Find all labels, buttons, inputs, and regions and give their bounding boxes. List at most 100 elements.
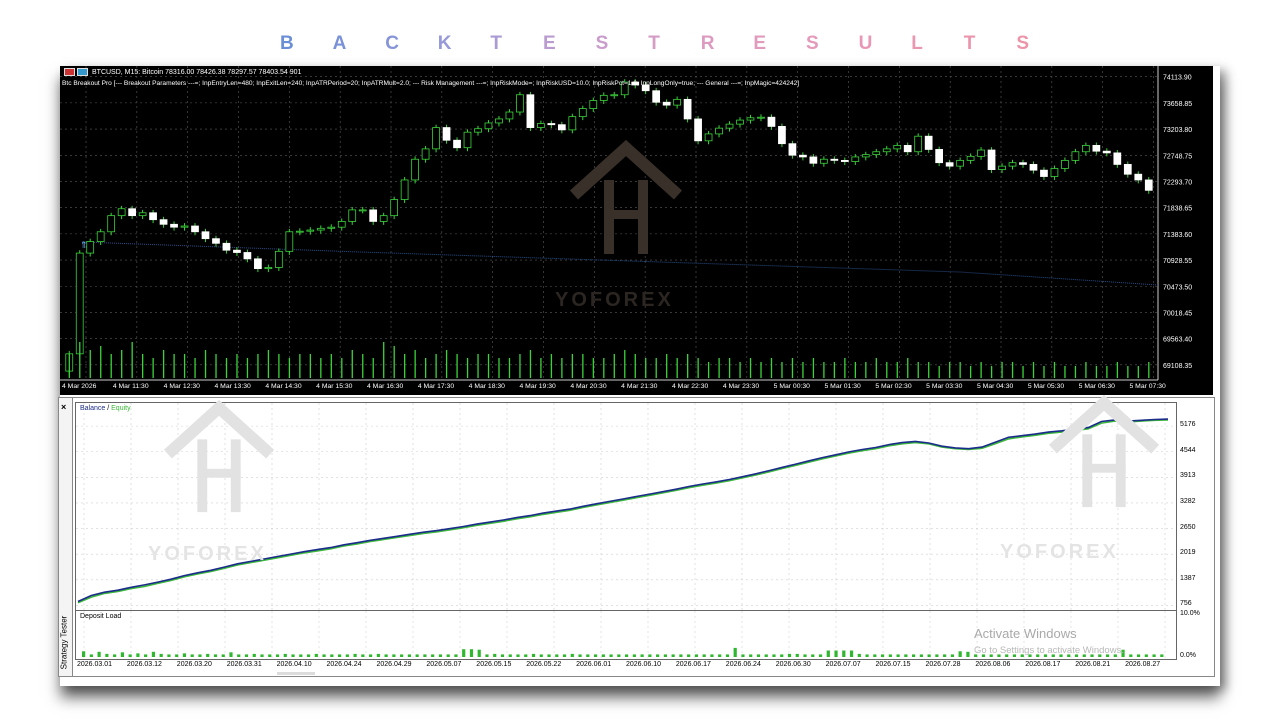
deposit-load-bar: [384, 654, 388, 657]
price-candle: [201, 231, 210, 240]
deposit-load-bar: [198, 654, 202, 657]
yoforex-logo-icon: [1048, 394, 1160, 508]
activate-windows-subtitle[interactable]: Go to Settings to activate Windows.: [974, 645, 1124, 656]
deposit-load-bar: [764, 654, 768, 657]
date-axis-label: 2026.06.30: [775, 661, 811, 668]
price-candle: [977, 149, 985, 157]
price-candle: [599, 94, 608, 101]
banner-letter: U: [858, 33, 873, 54]
price-candle: [966, 155, 975, 161]
price-candle: [778, 126, 786, 145]
price-candle: [725, 123, 734, 129]
price-candle: [945, 162, 954, 167]
deposit-load-bar: [912, 654, 916, 657]
price-axis-label: 74113.90: [1163, 75, 1192, 82]
deposit-load-bar: [159, 653, 163, 657]
price-candle: [463, 131, 472, 149]
volume-bar: [687, 354, 689, 378]
deposit-load-bar: [679, 654, 683, 657]
deposit-load-bar: [407, 654, 411, 657]
volume-bar: [980, 362, 982, 378]
price-candle: [578, 108, 587, 118]
volume-bar: [865, 362, 867, 378]
price-candle: [107, 215, 116, 233]
deposit-load-bar: [725, 654, 730, 657]
banner-letter: A: [332, 33, 347, 54]
volume-bar: [707, 362, 710, 378]
yoforex-logo-watermark: [566, 139, 686, 265]
volume-bar: [89, 350, 91, 378]
price-candle: [222, 242, 231, 251]
volume-bar: [990, 366, 993, 378]
volume-bar: [917, 362, 919, 378]
volume-bar: [812, 358, 815, 378]
deposit-load-bar: [617, 654, 621, 657]
chart-symbol-title: BTCUSD, M15: Bitcoin 78316.00 78426.38 7…: [64, 68, 301, 76]
volume-bar: [1001, 362, 1003, 378]
volume-bar: [1116, 362, 1119, 378]
deposit-load-bar: [244, 654, 249, 657]
deposit-load-bar: [749, 654, 753, 657]
volume-bar: [351, 350, 353, 378]
time-axis-label: 4 Mar 17:30: [418, 383, 454, 390]
time-axis-label: 4 Mar 18:30: [469, 383, 505, 390]
price-axis-label: 73658.85: [1163, 101, 1192, 108]
time-axis-label: 5 Mar 00:30: [774, 383, 810, 390]
volume-bar: [424, 358, 427, 378]
deposit-load-bar: [780, 654, 784, 657]
time-axis-label: 5 Mar 05:30: [1028, 383, 1064, 390]
volume-bar: [938, 366, 940, 378]
deposit-load-bar: [89, 654, 93, 657]
deposit-load-bar: [539, 654, 543, 657]
deposit-load-bar: [656, 654, 660, 657]
yoforex-watermark-text-left: YOFOREX: [148, 543, 267, 565]
price-candle: [809, 156, 818, 164]
price-candle: [1019, 162, 1027, 165]
price-candle: [149, 212, 157, 221]
close-icon[interactable]: ×: [61, 402, 66, 412]
banner-letter: E: [753, 33, 767, 54]
volume-bar: [79, 342, 81, 378]
tester-vertical-label: Strategy Tester: [59, 615, 69, 670]
deposit-load-bar: [547, 654, 551, 657]
volume-bar: [896, 362, 898, 378]
volume-bar: [1085, 362, 1087, 378]
volume-bar: [131, 342, 133, 378]
volume-bar: [1106, 366, 1108, 378]
price-axis-label: 69563.40: [1163, 337, 1192, 344]
deposit-load-bar: [826, 650, 830, 657]
deposit-load-bar: [562, 654, 567, 657]
volume-bar: [498, 358, 500, 378]
volume-bar: [1032, 362, 1035, 378]
deposit-load-bar: [369, 654, 373, 657]
price-candle: [935, 149, 944, 164]
tester-side-bar: × Strategy Tester: [59, 398, 73, 676]
deposit-load-bar: [462, 649, 466, 657]
date-axis-label: 2026.07.07: [825, 661, 861, 668]
time-axis-label: 5 Mar 04:30: [977, 383, 1013, 390]
volume-bar: [393, 346, 395, 378]
banner-letter: K: [437, 33, 452, 54]
volume-bar: [477, 354, 479, 378]
volume-bar: [68, 354, 70, 378]
volume-bar: [1043, 366, 1045, 378]
price-candle: [526, 94, 535, 128]
time-axis-label: 4 Mar 20:30: [570, 383, 606, 390]
volume-bar: [162, 350, 165, 378]
date-axis-label: 2026.06.24: [725, 661, 761, 668]
banner-letter: T: [490, 33, 502, 54]
deposit-load-bar: [787, 653, 792, 657]
volume-bar: [959, 362, 961, 378]
scroll-indicator[interactable]: [277, 672, 315, 675]
deposit-load-bar: [508, 654, 512, 657]
legend-balance: Balance: [80, 405, 106, 412]
price-candle: [998, 165, 1006, 170]
time-axis-label: 5 Mar 02:30: [875, 383, 911, 390]
deposit-load-bar: [570, 653, 574, 657]
volume-bar: [697, 358, 699, 378]
deposit-load-bar: [601, 654, 605, 657]
deposit-load-bar: [772, 654, 776, 657]
deposit-load-bar: [500, 654, 505, 657]
price-axis-label: 72293.70: [1163, 179, 1192, 186]
volume-bar: [278, 354, 280, 378]
